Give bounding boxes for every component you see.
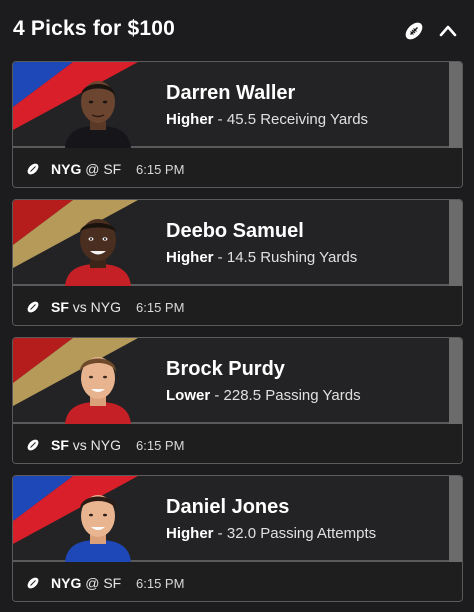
matchup: NYG @ SF: [51, 161, 121, 177]
pick-card-main: Brock Purdy Lower - 228.5 Passing Yards: [13, 338, 449, 424]
chevron-up-icon[interactable]: [438, 21, 458, 41]
team-away: NYG: [90, 437, 122, 453]
pick-separator: -: [210, 387, 224, 404]
stat-line: 45.5 Receiving Yards: [226, 111, 369, 128]
player-photo: [65, 81, 131, 148]
stat-line: 32.0 Passing Attempts: [226, 525, 377, 542]
team-home: SF: [51, 299, 69, 315]
pick-separator: -: [213, 249, 227, 266]
team-home: NYG: [51, 161, 82, 177]
pick-side-bar: [449, 200, 462, 286]
pick-separator: -: [213, 525, 227, 542]
game-time: 6:15 PM: [136, 438, 185, 453]
team-away: SF: [103, 161, 122, 177]
team-away: NYG: [90, 299, 122, 315]
pick-line: Higher - 14.5 Rushing Yards: [166, 249, 357, 266]
team-home: NYG: [51, 575, 82, 591]
player-photo: [65, 219, 131, 286]
matchup: SF vs NYG: [51, 299, 121, 315]
pick-card[interactable]: Darren Waller Higher - 45.5 Receiving Ya…: [12, 61, 463, 188]
pick-direction: Higher: [166, 525, 214, 542]
pick-side-bar: [449, 476, 462, 562]
football-icon: [27, 439, 39, 451]
matchup-connector: vs: [68, 437, 91, 453]
pick-separator: -: [213, 111, 227, 128]
stat-line: 14.5 Rushing Yards: [226, 249, 358, 266]
picks-title: 4 Picks for $100: [13, 17, 175, 40]
game-info: NYG @ SF 6:15 PM: [13, 564, 462, 601]
game-time: 6:15 PM: [136, 576, 185, 591]
pick-card-main: Darren Waller Higher - 45.5 Receiving Ya…: [13, 62, 449, 148]
pick-side-bar: [449, 338, 462, 424]
player-name: Deebo Samuel: [166, 220, 304, 242]
matchup-connector: @: [81, 161, 104, 177]
pick-card[interactable]: Brock Purdy Lower - 228.5 Passing Yards …: [12, 337, 463, 464]
game-info: SF vs NYG 6:15 PM: [13, 288, 462, 325]
game-info: SF vs NYG 6:15 PM: [13, 426, 462, 463]
matchup: SF vs NYG: [51, 437, 121, 453]
football-icon: [27, 577, 39, 589]
football-icon: [27, 163, 39, 175]
pick-card[interactable]: Deebo Samuel Higher - 14.5 Rushing Yards…: [12, 199, 463, 326]
player-name: Darren Waller: [166, 82, 296, 104]
pick-direction: Higher: [166, 111, 214, 128]
game-time: 6:15 PM: [136, 300, 185, 315]
team-home: SF: [51, 437, 69, 453]
player-photo: [65, 495, 131, 562]
pick-card-main: Deebo Samuel Higher - 14.5 Rushing Yards: [13, 200, 449, 286]
pick-line: Lower - 228.5 Passing Yards: [166, 387, 361, 404]
team-away: SF: [103, 575, 122, 591]
game-time: 6:15 PM: [136, 162, 185, 177]
pick-line: Higher - 32.0 Passing Attempts: [166, 525, 376, 542]
pick-side-bar: [449, 62, 462, 148]
stat-line: 228.5 Passing Yards: [223, 387, 361, 404]
game-info: NYG @ SF 6:15 PM: [13, 150, 462, 187]
picks-header: 4 Picks for $100: [0, 0, 474, 60]
matchup-connector: @: [81, 575, 104, 591]
pick-card-main: Daniel Jones Higher - 32.0 Passing Attem…: [13, 476, 449, 562]
pick-card[interactable]: Daniel Jones Higher - 32.0 Passing Attem…: [12, 475, 463, 602]
football-icon[interactable]: [403, 20, 425, 42]
player-photo: [65, 357, 131, 424]
player-name: Brock Purdy: [166, 358, 285, 380]
pick-direction: Lower: [166, 387, 211, 404]
pick-direction: Higher: [166, 249, 214, 266]
pick-line: Higher - 45.5 Receiving Yards: [166, 111, 368, 128]
football-icon: [27, 301, 39, 313]
player-name: Daniel Jones: [166, 496, 290, 518]
matchup: NYG @ SF: [51, 575, 121, 591]
matchup-connector: vs: [68, 299, 91, 315]
